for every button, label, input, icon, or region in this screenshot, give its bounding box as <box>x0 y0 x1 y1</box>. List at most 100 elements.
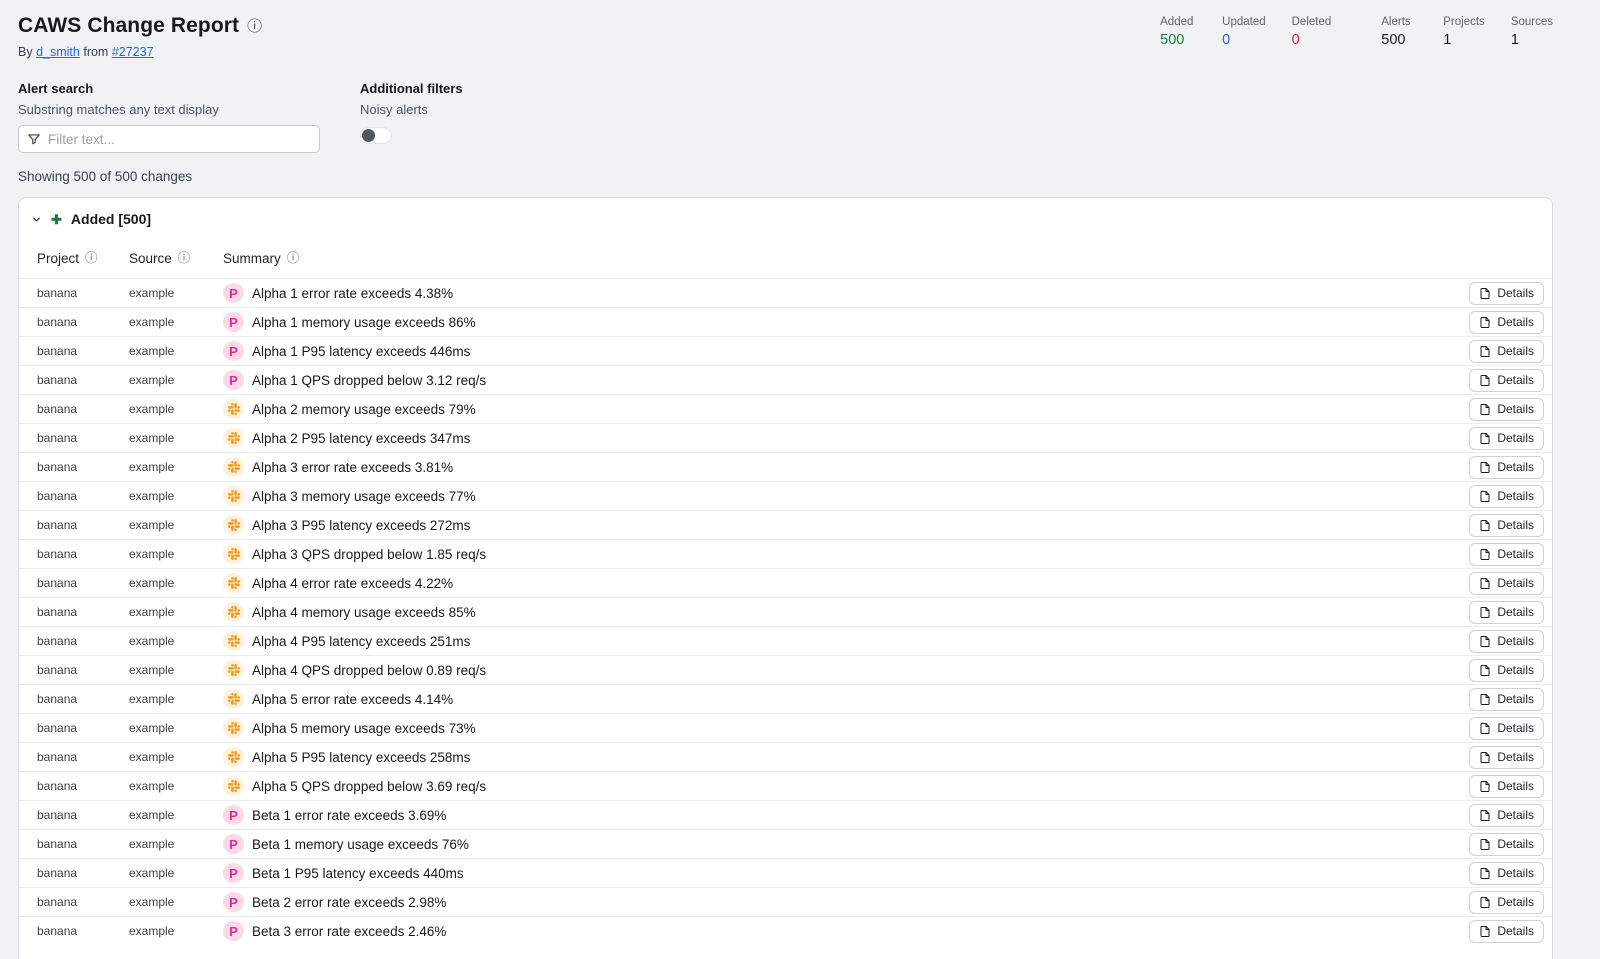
details-button[interactable]: Details <box>1469 688 1544 711</box>
added-section-title: Added [500] <box>71 211 151 227</box>
details-button[interactable]: Details <box>1469 456 1544 479</box>
table-row: banana example P Alpha 3 P95 latency exc… <box>19 510 1552 539</box>
p-badge-icon: P <box>229 287 238 300</box>
slack-icon <box>228 461 240 473</box>
row-source: example <box>129 779 223 793</box>
slack-icon <box>228 635 240 647</box>
row-summary-text: Alpha 5 P95 latency exceeds 258ms <box>252 750 470 765</box>
row-source: example <box>129 837 223 851</box>
details-button[interactable]: Details <box>1469 920 1544 943</box>
details-button[interactable]: Details <box>1469 659 1544 682</box>
details-button[interactable]: Details <box>1469 833 1544 856</box>
details-button[interactable]: Details <box>1469 427 1544 450</box>
slack-icon <box>228 780 240 792</box>
details-button[interactable]: Details <box>1469 891 1544 914</box>
table-row: banana example P Alpha 3 error rate exce… <box>19 452 1552 481</box>
row-summary: P Beta 1 error rate exceeds 3.69% <box>223 805 1469 825</box>
table-row: banana example P Alpha 3 QPS dropped bel… <box>19 539 1552 568</box>
noisy-alerts-toggle[interactable] <box>360 127 392 144</box>
row-source: example <box>129 634 223 648</box>
details-button[interactable]: Details <box>1469 572 1544 595</box>
column-info-icon[interactable]: ⓘ <box>85 252 98 265</box>
details-button-label: Details <box>1497 605 1534 619</box>
column-info-icon[interactable]: ⓘ <box>178 252 191 265</box>
details-button[interactable]: Details <box>1469 398 1544 421</box>
info-icon[interactable]: ⓘ <box>247 19 262 34</box>
stat-label: Added <box>1160 16 1196 28</box>
stat-label: Alerts <box>1381 16 1417 28</box>
table-body: banana example P Alpha 1 error rate exce… <box>19 278 1552 945</box>
document-icon <box>1479 287 1491 300</box>
alert-type-icon: P <box>223 892 244 912</box>
document-icon <box>1479 751 1491 764</box>
showing-count: Showing 500 of 500 changes <box>18 169 1553 184</box>
report-ref-link[interactable]: #27237 <box>112 45 154 59</box>
row-source: example <box>129 286 223 300</box>
details-button[interactable]: Details <box>1469 485 1544 508</box>
alert-type-icon: P <box>223 805 244 825</box>
row-summary-text: Alpha 3 error rate exceeds 3.81% <box>252 460 453 475</box>
total-stats-group: Alerts 500 Projects 1 Sources 1 <box>1381 16 1553 48</box>
slack-icon <box>228 606 240 618</box>
details-button[interactable]: Details <box>1469 601 1544 624</box>
row-source: example <box>129 518 223 532</box>
document-icon <box>1479 925 1491 938</box>
table-row: banana example P Alpha 4 QPS dropped bel… <box>19 655 1552 684</box>
details-button[interactable]: Details <box>1469 282 1544 305</box>
details-button-label: Details <box>1497 286 1534 300</box>
row-source: example <box>129 895 223 909</box>
row-source: example <box>129 489 223 503</box>
column-header-source[interactable]: Source ⓘ <box>129 251 223 266</box>
author-link[interactable]: d_smith <box>36 45 80 59</box>
row-summary: P Alpha 3 QPS dropped below 1.85 req/s <box>223 544 1469 564</box>
document-icon <box>1479 432 1491 445</box>
row-source: example <box>129 460 223 474</box>
stat-label: Projects <box>1443 16 1485 28</box>
table-row: banana example P Beta 1 memory usage exc… <box>19 829 1552 858</box>
row-summary: P Alpha 4 memory usage exceeds 85% <box>223 602 1469 622</box>
row-source: example <box>129 547 223 561</box>
details-button[interactable]: Details <box>1469 543 1544 566</box>
additional-filters-title: Additional filters <box>360 81 463 96</box>
details-button[interactable]: Details <box>1469 717 1544 740</box>
table-row: banana example P Alpha 5 error rate exce… <box>19 684 1552 713</box>
details-button[interactable]: Details <box>1469 340 1544 363</box>
details-button-label: Details <box>1497 808 1534 822</box>
row-project: banana <box>37 315 129 329</box>
row-project: banana <box>37 779 129 793</box>
table-row: banana example P Alpha 3 memory usage ex… <box>19 481 1552 510</box>
alert-type-icon: P <box>223 312 244 332</box>
stats-summary: Added 500 Updated 0 Deleted 0 Alerts 500… <box>1160 14 1553 48</box>
row-project: banana <box>37 808 129 822</box>
column-header-project[interactable]: Project ⓘ <box>37 251 129 266</box>
topbar: CAWS Change Report ⓘ By d_smith from #27… <box>18 14 1553 59</box>
document-icon <box>1479 838 1491 851</box>
details-button-label: Details <box>1497 663 1534 677</box>
column-header-label: Source <box>129 251 172 266</box>
details-button-label: Details <box>1497 750 1534 764</box>
details-button[interactable]: Details <box>1469 630 1544 653</box>
added-section-card: ✚ Added [500] Project ⓘ Source ⓘ Summary… <box>18 197 1553 959</box>
column-header-summary[interactable]: Summary ⓘ <box>223 251 1534 266</box>
stat-value: 0 <box>1222 32 1265 48</box>
row-source: example <box>129 866 223 880</box>
row-summary: P Alpha 4 error rate exceeds 4.22% <box>223 573 1469 593</box>
column-info-icon[interactable]: ⓘ <box>287 252 300 265</box>
details-button[interactable]: Details <box>1469 369 1544 392</box>
details-button[interactable]: Details <box>1469 804 1544 827</box>
table-row: banana example P Alpha 4 error rate exce… <box>19 568 1552 597</box>
p-badge-icon: P <box>229 345 238 358</box>
details-button[interactable]: Details <box>1469 862 1544 885</box>
details-button[interactable]: Details <box>1469 514 1544 537</box>
details-button[interactable]: Details <box>1469 311 1544 334</box>
table-row: banana example P Alpha 4 memory usage ex… <box>19 597 1552 626</box>
row-summary: P Alpha 3 P95 latency exceeds 272ms <box>223 515 1469 535</box>
stat-label: Sources <box>1511 16 1553 28</box>
alert-search-input[interactable] <box>48 132 311 147</box>
details-button[interactable]: Details <box>1469 775 1544 798</box>
details-button-label: Details <box>1497 924 1534 938</box>
added-section-header[interactable]: ✚ Added [500] <box>19 198 1552 237</box>
table-row: banana example P Beta 2 error rate excee… <box>19 887 1552 916</box>
slack-icon <box>228 432 240 444</box>
details-button[interactable]: Details <box>1469 746 1544 769</box>
